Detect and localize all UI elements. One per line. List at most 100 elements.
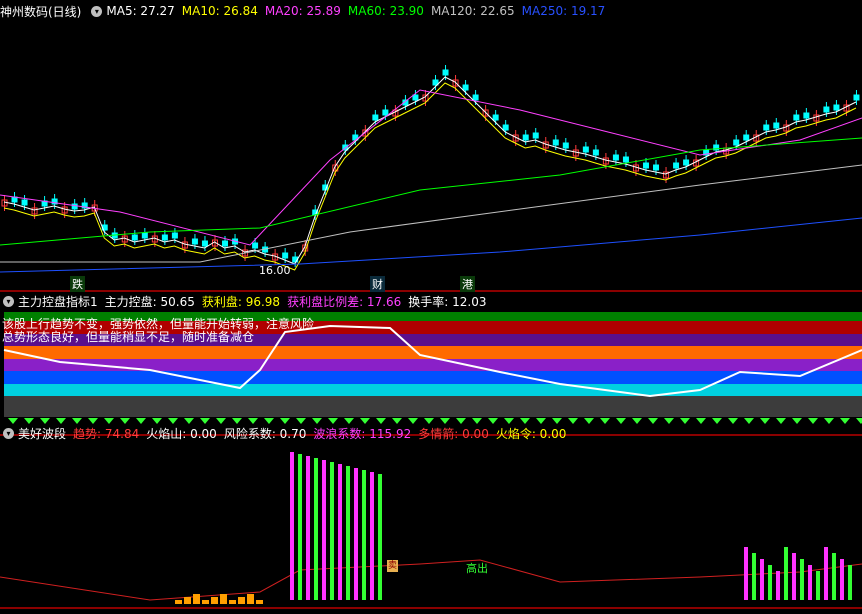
candle-body bbox=[21, 199, 28, 206]
toggle-circle-icon[interactable]: ▾ bbox=[3, 427, 14, 439]
candle-body bbox=[201, 240, 208, 247]
main-header: 神州数码(日线) ▾ MA5: 27.27 MA10: 26.84 MA20: … bbox=[0, 2, 612, 20]
analysis-note-2: 总势形态良好，但量能稍显不足，随时准备减仓 bbox=[2, 330, 255, 344]
candle-body bbox=[412, 94, 419, 101]
candle-body bbox=[462, 84, 469, 91]
toggle-circle-icon[interactable]: ▾ bbox=[3, 295, 14, 307]
candle-body bbox=[131, 234, 138, 241]
candle-body bbox=[532, 132, 539, 139]
panel2-header: ▾ 主力控盘指标1 主力控盘: 50.65 获利盘: 96.98 获利盘比例差:… bbox=[0, 292, 494, 310]
wave-bar bbox=[832, 553, 836, 600]
flame-bar bbox=[175, 600, 182, 604]
toggle-circle-icon[interactable]: ▾ bbox=[91, 5, 103, 17]
wave-bar bbox=[298, 454, 302, 600]
kongpan-value: 主力控盘: 50.65 bbox=[104, 294, 195, 309]
wave-bar bbox=[760, 559, 764, 600]
signal-triangle bbox=[744, 418, 754, 424]
wave-bar bbox=[808, 565, 812, 600]
flame-bar bbox=[184, 597, 191, 604]
huoyanling-value: 火焰令: 0.00 bbox=[495, 426, 567, 441]
flame-bar bbox=[229, 600, 236, 604]
wave-bar bbox=[816, 571, 820, 600]
candle-body bbox=[382, 109, 389, 116]
ma5-label: MA5: 27.27 bbox=[106, 4, 175, 18]
ma250-line bbox=[0, 217, 862, 273]
gaochu-label: 高出 bbox=[466, 562, 488, 575]
candle-body bbox=[833, 104, 840, 111]
candle-body bbox=[823, 106, 830, 113]
wave-bar bbox=[768, 565, 772, 600]
ma60-label: MA60: 23.90 bbox=[347, 4, 424, 18]
wave-bar bbox=[848, 565, 852, 600]
wave-bar bbox=[784, 547, 788, 600]
candlestick-chart[interactable] bbox=[0, 0, 862, 292]
candle-body bbox=[562, 142, 569, 149]
candle-body bbox=[642, 162, 649, 169]
flame-bar bbox=[256, 600, 263, 604]
candle-body bbox=[171, 232, 178, 239]
wave-bar bbox=[346, 466, 350, 600]
wave-bar bbox=[338, 464, 342, 600]
candle-body bbox=[161, 234, 168, 241]
candle-body bbox=[222, 240, 229, 247]
candle-body bbox=[372, 114, 379, 121]
panel3-header: ▾ 美好波段 趋势: 74.84 火焰山: 0.00 风险系数: 0.70 波浪… bbox=[0, 424, 573, 442]
wave-band-chart[interactable] bbox=[0, 442, 862, 614]
event-mark-die[interactable]: 跌 bbox=[70, 276, 85, 292]
wave-bar bbox=[370, 472, 374, 600]
wave-bar bbox=[314, 458, 318, 600]
wave-bar bbox=[362, 470, 366, 600]
signal-triangle bbox=[664, 418, 674, 424]
candle-body bbox=[71, 203, 78, 210]
signal-triangle bbox=[696, 418, 706, 424]
candle-body bbox=[793, 114, 800, 121]
ma10-label: MA10: 26.84 bbox=[181, 4, 258, 18]
ma20-label: MA20: 25.89 bbox=[264, 4, 341, 18]
ma250-label: MA250: 19.17 bbox=[521, 4, 606, 18]
wave-bar bbox=[800, 559, 804, 600]
huanshou-value: 换手率: 12.03 bbox=[408, 294, 487, 309]
flame-bar bbox=[247, 594, 254, 604]
signal-triangle bbox=[648, 418, 658, 424]
candle-body bbox=[492, 114, 499, 121]
huoli-value: 获利盘: 96.98 bbox=[201, 294, 281, 309]
flame-bar bbox=[211, 597, 218, 604]
candle-body bbox=[522, 134, 529, 141]
wave-bar bbox=[824, 547, 828, 600]
wave-bar bbox=[354, 468, 358, 600]
huoyanshan-value: 火焰山: 0.00 bbox=[146, 426, 217, 441]
event-mark-cai[interactable]: 财 bbox=[370, 276, 385, 292]
candle-body bbox=[502, 124, 509, 131]
wave-bar bbox=[840, 559, 844, 600]
candle-body bbox=[853, 94, 860, 101]
duoqing-value: 多情箭: 0.00 bbox=[418, 426, 489, 441]
sell-signal-icon: 卖 bbox=[387, 560, 398, 572]
low-price-label: 16.00 bbox=[259, 264, 291, 277]
signal-triangle bbox=[600, 418, 610, 424]
signal-triangle bbox=[632, 418, 642, 424]
signal-triangle bbox=[712, 418, 722, 424]
signal-triangle bbox=[792, 418, 802, 424]
ma120-label: MA120: 22.65 bbox=[430, 4, 515, 18]
wave-bar bbox=[792, 553, 796, 600]
candle-body bbox=[472, 94, 479, 101]
candle-body bbox=[773, 122, 780, 129]
trend-line bbox=[0, 559, 862, 601]
candle-body bbox=[252, 242, 259, 249]
wave-bar bbox=[330, 462, 334, 600]
signal-triangle bbox=[760, 418, 770, 424]
candle-body bbox=[191, 238, 198, 245]
main-title: 神州数码(日线) bbox=[0, 4, 82, 19]
candle-body bbox=[653, 164, 660, 171]
candle-body bbox=[743, 134, 750, 141]
event-mark-gang[interactable]: 港 bbox=[460, 276, 475, 292]
wave-bar bbox=[378, 474, 382, 600]
wave-bar bbox=[744, 547, 748, 600]
candle-body bbox=[803, 112, 810, 119]
candle-body bbox=[612, 154, 619, 161]
signal-triangle bbox=[808, 418, 818, 424]
ma20-line bbox=[0, 89, 862, 246]
wave-bar bbox=[322, 460, 326, 600]
ma10-line bbox=[3, 82, 857, 271]
wave-bar bbox=[776, 571, 780, 600]
